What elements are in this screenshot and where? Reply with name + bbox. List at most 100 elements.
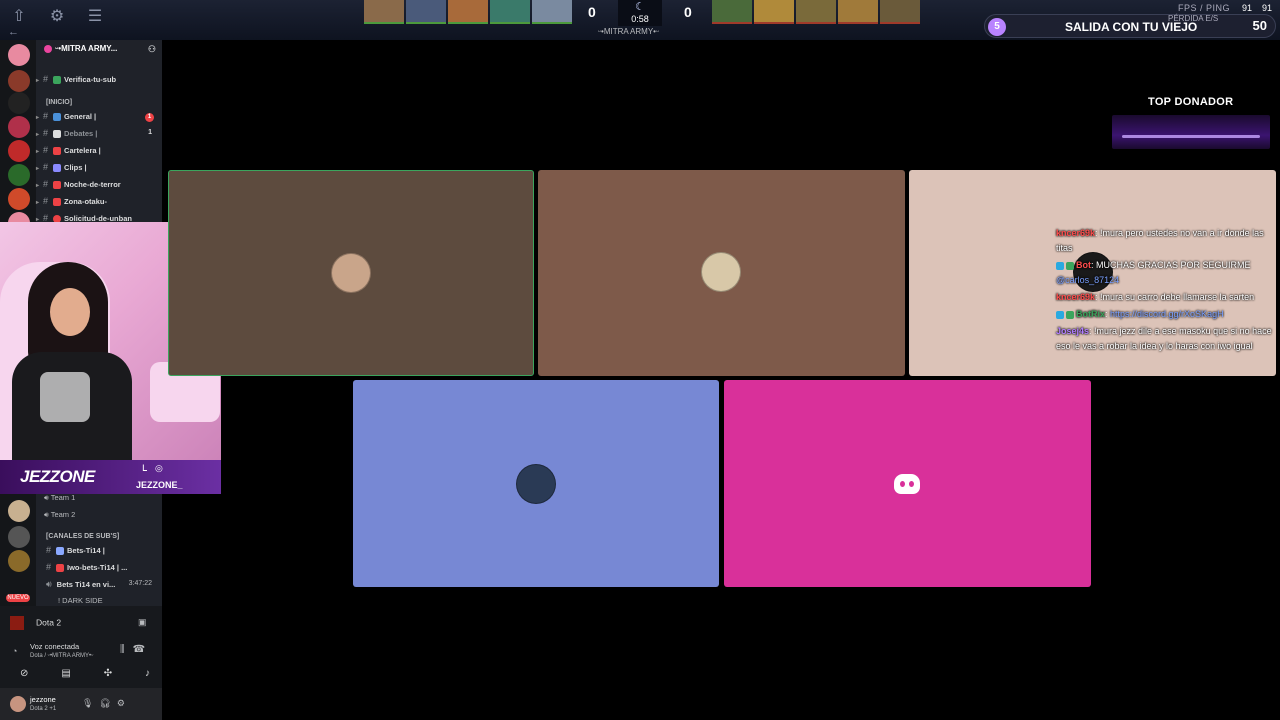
channel-label: Iwo-bets-Ti14 | ... xyxy=(67,563,128,572)
server-icon[interactable] xyxy=(8,550,30,572)
channel-cartelera[interactable]: ▸ # Cartelera | xyxy=(36,145,160,159)
chat-mention: @carlos_87124 xyxy=(1056,275,1120,285)
server-icon[interactable] xyxy=(8,164,30,186)
activities-icon[interactable]: ✣ xyxy=(104,668,112,679)
back-arrow-icon[interactable]: ← xyxy=(8,26,19,38)
moderator-badge-icon xyxy=(1056,261,1064,270)
voice-channel-label: Team 2 xyxy=(50,510,76,519)
server-icon[interactable] xyxy=(8,92,30,114)
channel-bets-live[interactable]: 🔊︎ Bets Ti14 en vi... 3:47:22 xyxy=(36,579,160,593)
speaker-icon: 🔊︎ xyxy=(46,579,52,589)
channel-iwo-bets[interactable]: # Iwo-bets-Ti14 | ... xyxy=(36,562,160,576)
disconnect-icon[interactable]: ☎ xyxy=(133,644,153,655)
dota-icon xyxy=(10,616,24,630)
user-panel: jezzone Dota 2 +1 🎙︎🎧︎⚙ xyxy=(0,688,162,720)
menu-icon[interactable]: ☰ xyxy=(84,6,106,26)
soundboard-icon[interactable]: ♪ xyxy=(145,668,150,679)
settings-gear-icon[interactable]: ⚙ xyxy=(117,698,131,708)
game-clock: ☾ 0:58 xyxy=(618,0,662,26)
top-donor-box xyxy=(1112,115,1270,149)
hash-icon: # xyxy=(46,562,52,572)
anime-icon xyxy=(53,198,62,207)
channel-noche-de-terror[interactable]: ▸ # Noche-de-terror xyxy=(36,179,160,193)
up-arrow-icon[interactable]: ⇧ xyxy=(8,6,30,26)
hero-portrait[interactable] xyxy=(754,0,794,24)
hero-portrait[interactable] xyxy=(490,0,530,24)
hero-portrait[interactable] xyxy=(796,0,836,24)
chat-username: Josej4s xyxy=(1056,326,1090,336)
video-tile-speaking[interactable] xyxy=(168,170,534,376)
hero-portrait[interactable] xyxy=(712,0,752,24)
share-screen-icon[interactable]: ▤ xyxy=(61,668,70,679)
hash-icon: # xyxy=(43,179,49,189)
hero-portrait[interactable] xyxy=(406,0,446,24)
hero-portrait[interactable] xyxy=(448,0,488,24)
hero-portrait[interactable] xyxy=(532,0,572,24)
activity-row[interactable]: Dota 2 ▣ xyxy=(10,616,147,630)
voice-channel-team-1[interactable]: 🔊︎ Team 1 xyxy=(44,493,75,503)
server-icon[interactable] xyxy=(8,526,30,548)
microphone-icon[interactable]: 🎙︎ xyxy=(82,698,99,708)
server-icon[interactable] xyxy=(8,500,30,522)
chat-username: kncer69k xyxy=(1056,228,1096,238)
channel-bets-ti14[interactable]: # Bets-Ti14 | xyxy=(36,545,160,559)
noise-suppression-icon[interactable]: ⫼ xyxy=(120,644,133,655)
avatar[interactable] xyxy=(10,696,26,712)
server-header[interactable]: ᵕ•MITRA ARMY... ⚇ xyxy=(38,44,160,60)
category-inicio[interactable]: [INICIO] xyxy=(46,99,72,106)
brand-logo: JEZZONE xyxy=(20,467,95,486)
video-tile[interactable] xyxy=(724,380,1091,587)
hero-portrait[interactable] xyxy=(364,0,404,24)
dark-side-label: ! DARK SIDE xyxy=(58,596,103,605)
chat-message: kncer69k: !mura su carro debe llamarse l… xyxy=(1056,290,1278,305)
channel-label: Bets-Ti14 | xyxy=(67,546,105,555)
participant-avatar xyxy=(331,253,371,293)
screen-share-icon[interactable]: ▣ xyxy=(138,617,147,628)
server-icon[interactable] xyxy=(8,116,30,138)
chat-text: : !mura jezz dile a ese masoku que si no… xyxy=(1056,326,1272,351)
headphones-icon[interactable]: 🎧︎ xyxy=(99,698,116,708)
server-icon[interactable] xyxy=(8,188,30,210)
voice-channel-path[interactable]: Dota / ᵕ•MITRA ARMY•ᵕ xyxy=(30,653,93,659)
channel-clips[interactable]: ▸ # Clips | xyxy=(36,162,160,176)
category-subs[interactable]: [CANALES DE SUB'S] xyxy=(46,533,119,540)
shirt-print xyxy=(40,372,90,422)
hero-portrait[interactable] xyxy=(838,0,878,24)
moderator-badge-icon xyxy=(1056,310,1064,319)
invite-icon[interactable]: ⚇ xyxy=(148,44,156,55)
chat-link[interactable]: https://discord.gg/rXoSKagH xyxy=(1110,309,1224,319)
ping-value: 91 xyxy=(1262,3,1273,13)
channel-label: General | xyxy=(64,112,97,121)
hud-left-icons: ⇧ ⚙ ☰ xyxy=(8,6,106,26)
verified-badge-icon xyxy=(1066,261,1074,270)
participant-avatar xyxy=(701,252,741,292)
chat-overlay: kncer69k: !mura pero ustedes no van a ir… xyxy=(1056,226,1278,356)
channel-label: Cartelera | xyxy=(64,146,101,155)
channel-zona-otaku[interactable]: ▸ # Zona-otaku- xyxy=(36,196,160,210)
ghost-icon xyxy=(53,181,62,190)
server-icon[interactable] xyxy=(8,44,30,66)
chat-username: BotRix xyxy=(1076,309,1105,319)
sidebar-footer: Dota 2 ▣ ◔ Voz conectada Dota / ᵕ•MITRA … xyxy=(0,606,162,720)
server-icon[interactable] xyxy=(8,140,30,162)
globe-icon xyxy=(53,113,62,122)
speaker-icon: 🔊︎ xyxy=(44,510,51,519)
server-icon[interactable] xyxy=(8,70,30,92)
camera-off-icon[interactable]: ⊘ xyxy=(20,668,28,679)
hero-portrait[interactable] xyxy=(880,0,920,24)
channel-general[interactable]: ▸ # General | 1 xyxy=(36,111,160,125)
voice-channel-team-2[interactable]: 🔊︎ Team 2 xyxy=(44,510,75,520)
video-tile[interactable] xyxy=(538,170,905,376)
song-request-panel: 5 SALIDA CON TU VIEJO 50 xyxy=(984,14,1276,38)
gear-icon[interactable]: ⚙ xyxy=(46,6,68,26)
channel-verifica[interactable]: ▸ # Verifica-tu-sub xyxy=(36,74,160,88)
channel-label: Clips | xyxy=(64,163,87,172)
new-badge: NUEVO xyxy=(6,594,30,602)
packet-loss-label: PÉRDIDA E/S xyxy=(1168,14,1219,23)
video-tile[interactable] xyxy=(353,380,719,587)
game-hud-bar: ⇧ ⚙ ☰ ← 0 ☾ 0:58 0 ᵕ•MITRA ARMY•ᵕ 5 SALI… xyxy=(0,0,1280,40)
channel-debates[interactable]: ▸ # Debates | 1 xyxy=(36,128,160,142)
chat-username: Bot xyxy=(1076,260,1091,270)
ticket-icon xyxy=(53,147,62,156)
chat-username: kncer69k xyxy=(1056,292,1096,302)
